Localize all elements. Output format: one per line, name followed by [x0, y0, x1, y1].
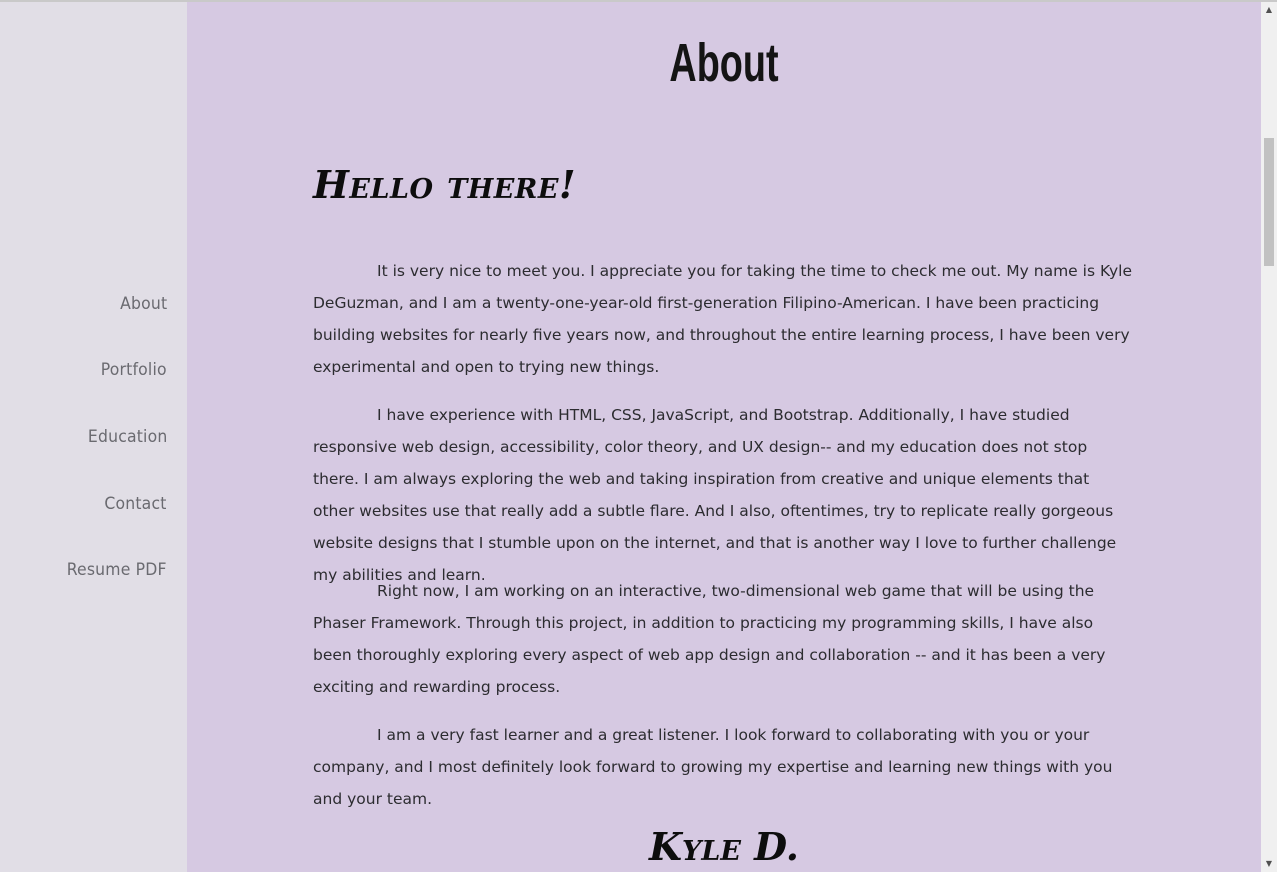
nav-item-resume-pdf[interactable]: Resume PDF: [67, 560, 167, 580]
sidebar-nav: About Portfolio Education Contact Resume…: [0, 2, 187, 872]
scroll-down-arrow-icon[interactable]: ▼: [1261, 856, 1277, 872]
nav-item-education[interactable]: Education: [87, 427, 167, 447]
about-paragraph-1: It is very nice to meet you. I appreciat…: [313, 262, 1133, 376]
vertical-scrollbar[interactable]: ▲ ▼: [1261, 2, 1277, 872]
page-title: About: [669, 33, 779, 93]
scroll-up-arrow-icon[interactable]: ▲: [1261, 2, 1277, 18]
nav-item-portfolio[interactable]: Portfolio: [101, 360, 167, 380]
nav-item-about[interactable]: About: [120, 294, 167, 314]
scrollbar-thumb[interactable]: [1264, 138, 1274, 266]
nav-item-contact[interactable]: Contact: [105, 494, 167, 514]
main-content: About Hello there! It is very nice to me…: [187, 2, 1261, 872]
signature-heading: Kyle D.: [649, 824, 799, 869]
about-paragraph-2: I have experience with HTML, CSS, JavaSc…: [313, 406, 1117, 584]
about-paragraph-3: Right now, I am working on an interactiv…: [313, 582, 1106, 696]
greeting-heading: Hello there!: [313, 162, 577, 207]
about-paragraph-4: I am a very fast learner and a great lis…: [313, 726, 1113, 808]
